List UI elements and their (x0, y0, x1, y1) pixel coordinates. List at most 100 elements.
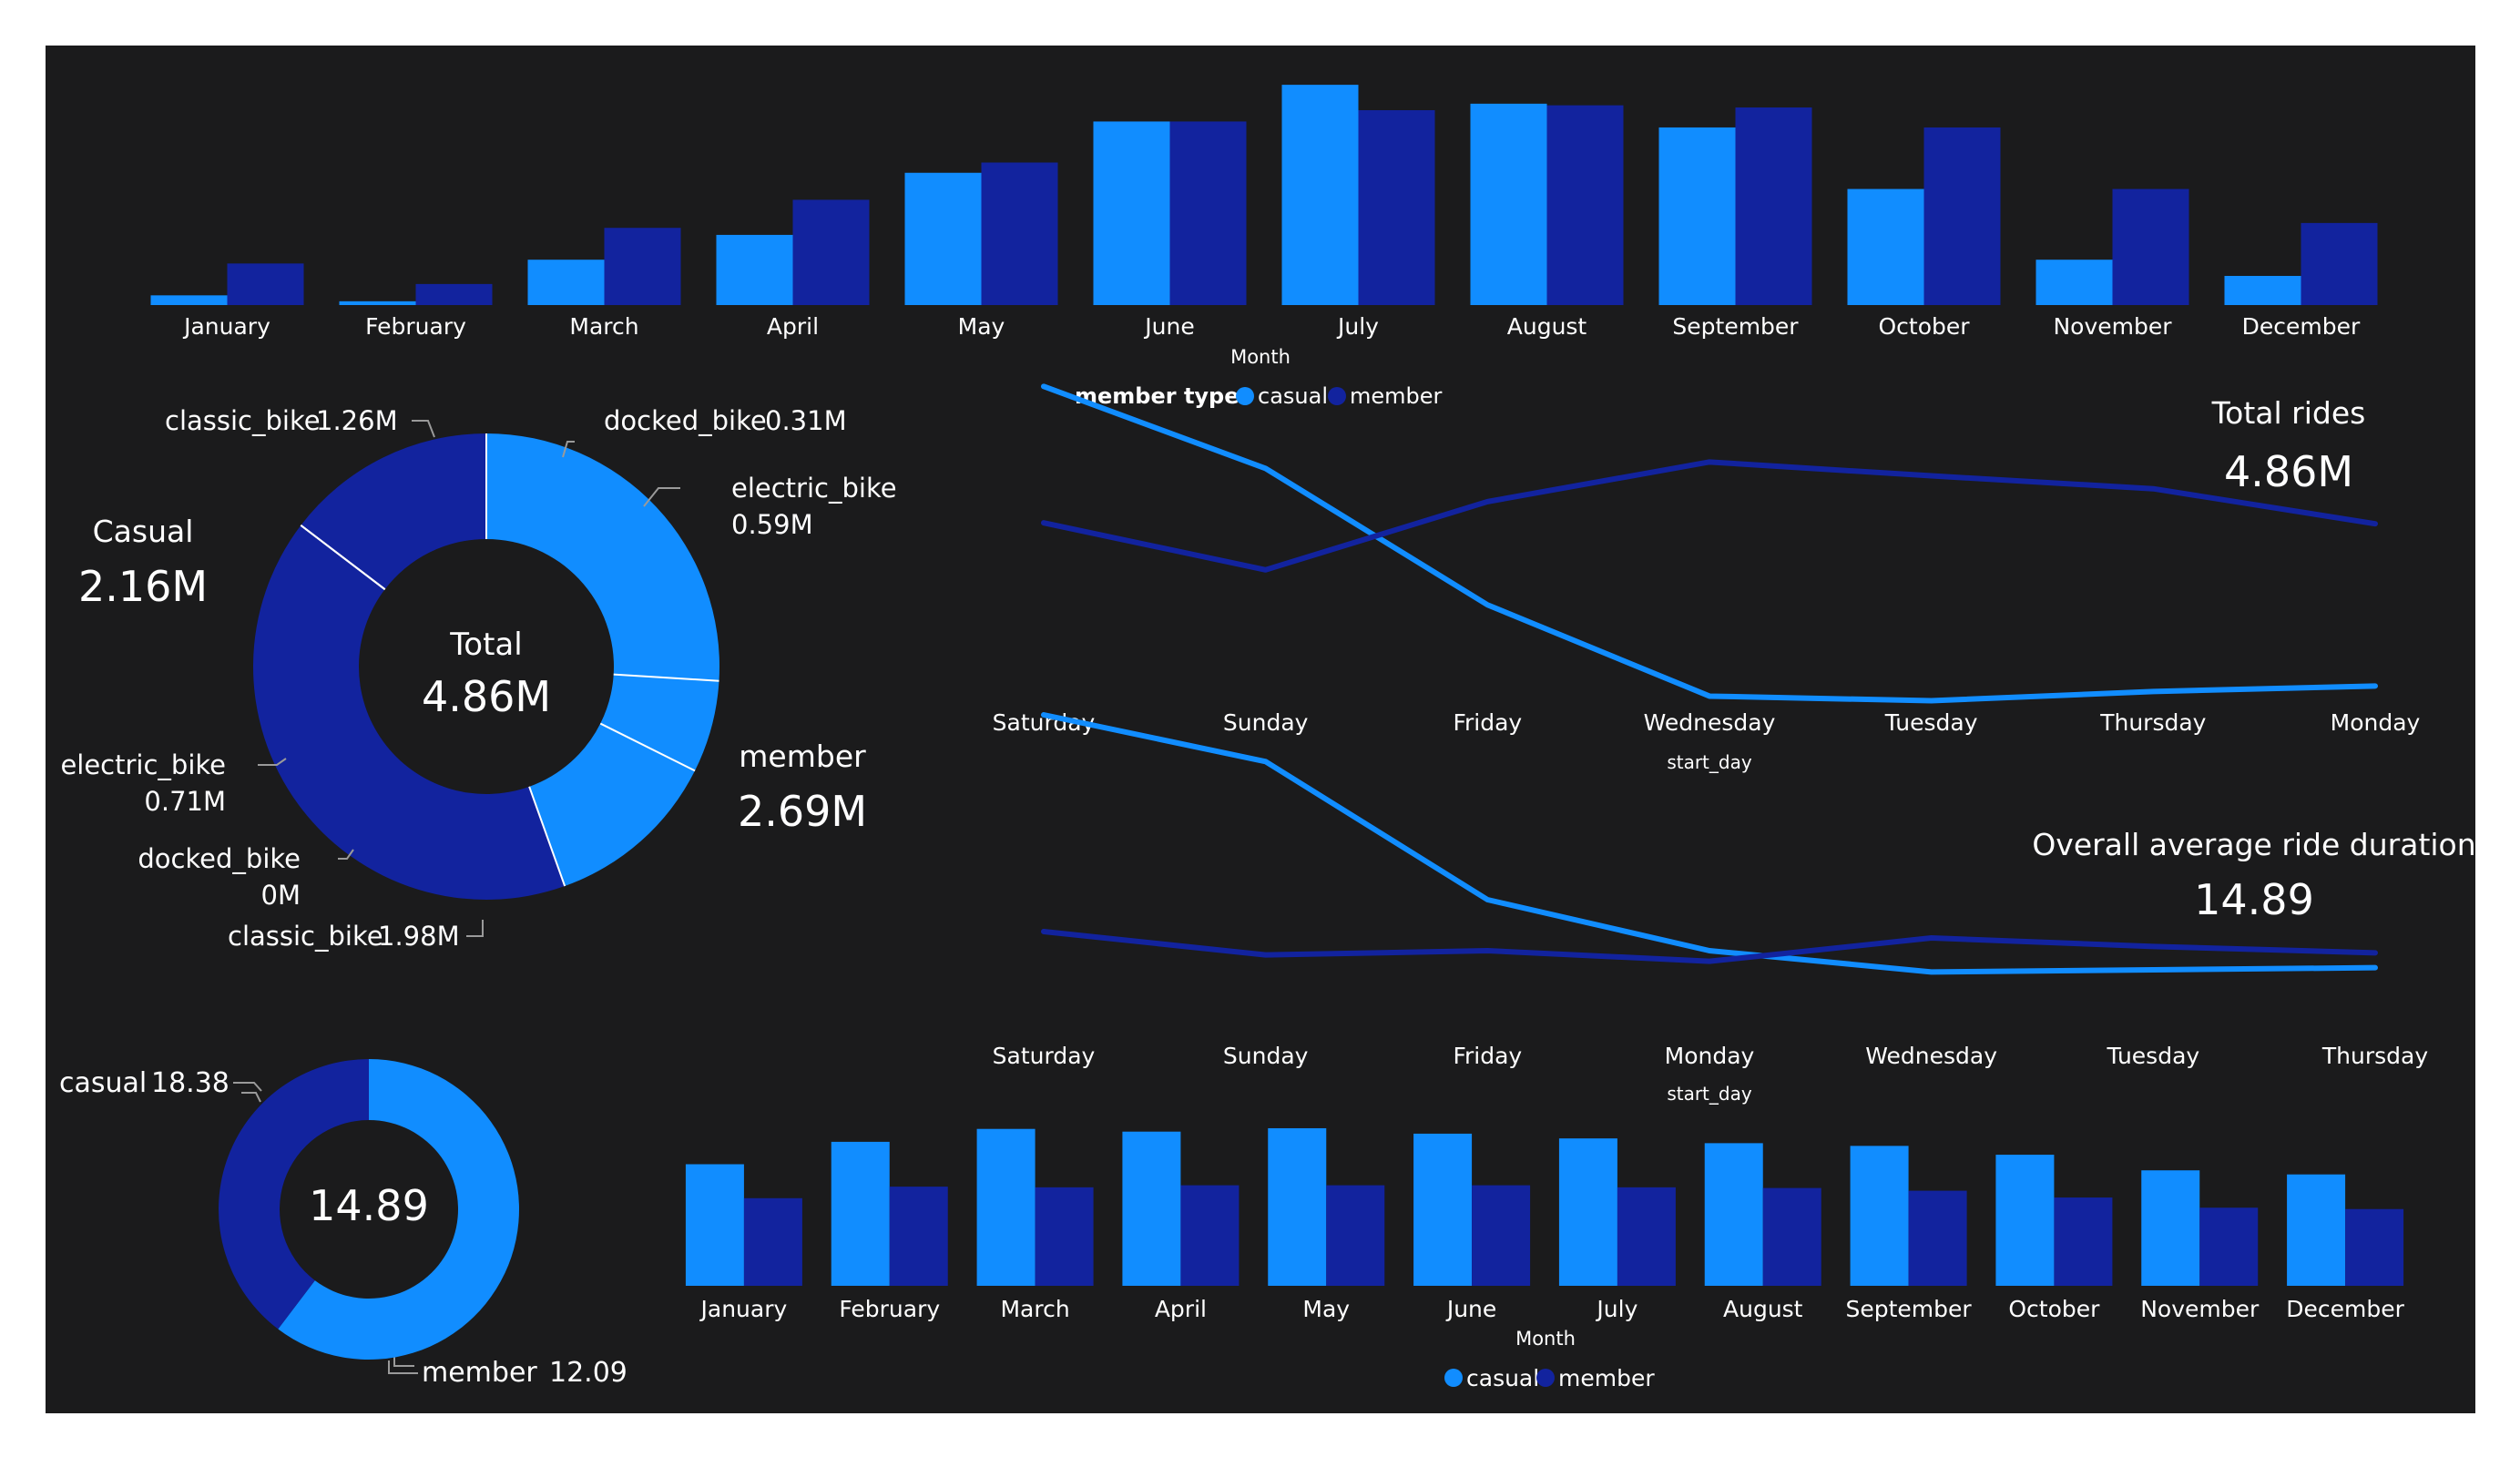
bar-casual (1847, 188, 1924, 305)
rides-by-month-chart[interactable]: January February March April May June July Augu… (150, 85, 2378, 340)
bar-casual (1122, 1131, 1181, 1286)
slice-value-member-docked: 0M (261, 880, 301, 911)
line-member (1041, 929, 2378, 964)
x-tick-label: November (2053, 313, 2172, 340)
x-tick-label: September (1845, 1296, 1972, 1322)
leader-line (233, 1082, 262, 1092)
x-tick-label: Thursday (2099, 709, 2206, 736)
duration-by-month-xlabel: Month (1515, 1328, 1576, 1350)
x-tick-label: December (2242, 313, 2361, 340)
leader-line (412, 420, 435, 438)
bar-member (2345, 1208, 2404, 1286)
bar-casual (2035, 260, 2113, 305)
dashboard-canvas: January February March April May June July Augu… (46, 46, 2475, 1413)
x-tick-label: October (1878, 313, 1970, 340)
x-tick-label: Wednesday (1865, 1043, 1997, 1069)
slice-value-casual-docked: 0.31M (765, 405, 847, 436)
bar-member (1035, 1187, 1094, 1286)
x-tick-label: October (2008, 1296, 2100, 1322)
member-group-value: 2.69M (738, 787, 867, 836)
bar-member (1617, 1187, 1676, 1286)
x-tick-label: July (1595, 1296, 1637, 1322)
bar-casual (716, 234, 793, 305)
avg-duration-value: 14.89 (2194, 875, 2314, 924)
casual-group-label: Casual (93, 514, 194, 549)
bar-casual (2141, 1170, 2200, 1286)
x-tick-label: Tuesday (2106, 1043, 2199, 1069)
leader-line (466, 920, 484, 937)
bar-casual (976, 1128, 1036, 1286)
duration-by-month-chart[interactable]: January February March April May June July Augu… (685, 1127, 2405, 1322)
slice-label-member-docked: docked_bike (138, 843, 301, 874)
x-tick-label: March (1000, 1296, 1069, 1322)
rides-by-month-xlabel: Month (1230, 346, 1291, 368)
bar-casual (1995, 1155, 2055, 1286)
casual-group-value: 2.16M (78, 562, 208, 611)
bar-casual (685, 1164, 744, 1286)
x-tick-label: January (182, 313, 270, 340)
bar-casual (831, 1141, 890, 1286)
bar-member (1169, 121, 1247, 305)
x-tick-label: September (1672, 313, 1799, 340)
top-legend: member type casual member (1075, 383, 1443, 409)
legend-casual-swatch (1444, 1369, 1463, 1387)
slice-value-casual-electric: 0.59M (731, 509, 813, 540)
slice-value-member-electric: 0.71M (144, 786, 226, 817)
bar-member (981, 162, 1058, 305)
x-tick-label: Tuesday (1884, 709, 1978, 736)
line-casual (1041, 383, 2378, 704)
slice-label-member-classic: classic_bike (228, 921, 383, 952)
bar-member (2054, 1197, 2113, 1286)
x-tick-label: August (1723, 1296, 1803, 1322)
rides-by-day-chart[interactable]: Saturday Sunday Friday Wednesday Tuesday Thur… (993, 383, 2421, 736)
bar-member (1908, 1190, 1967, 1286)
x-tick-label: Wednesday (1644, 709, 1776, 736)
bar-casual (150, 295, 228, 305)
legend-casual-label: casual (1258, 383, 1328, 409)
leader-line (241, 1092, 261, 1103)
bar-member (792, 199, 870, 305)
bar-casual (1093, 121, 1170, 305)
dashboard-svg: January February March April May June July Augu… (59, 85, 2475, 1391)
x-tick-label: Monday (1665, 1043, 1755, 1069)
legend-casual-label: casual (1466, 1365, 1539, 1391)
slice-value-member-classic: 1.98M (378, 921, 460, 952)
x-tick-label: Saturday (993, 1043, 1096, 1069)
slice-label-casual-electric: electric_bike (731, 473, 897, 504)
x-tick-label: June (1445, 1296, 1496, 1322)
bottom-legend: casual member (1444, 1365, 1655, 1391)
bar-member (1326, 1185, 1385, 1286)
rides-by-bike-type-donut[interactable] (252, 433, 719, 901)
x-tick-label: December (2286, 1296, 2404, 1322)
bar-member (1180, 1185, 1240, 1286)
bar-casual (527, 260, 605, 305)
x-tick-label: January (699, 1296, 788, 1322)
x-tick-label: August (1507, 313, 1587, 340)
bar-member (1762, 1187, 1821, 1286)
bar-casual (1658, 127, 1736, 305)
bar-member (227, 263, 304, 305)
donut-center-value: 4.86M (422, 672, 551, 721)
duration-donut-center-value: 14.89 (309, 1181, 429, 1230)
duration-casual-value: 18.38 (151, 1067, 230, 1099)
bar-member (889, 1187, 948, 1286)
bar-member (1735, 107, 1812, 305)
line-member (1041, 459, 2378, 573)
x-tick-label: February (365, 313, 466, 340)
duration-by-day-xlabel: start_day (1667, 1083, 1752, 1105)
bar-member (1546, 105, 1624, 306)
total-rides-value: 4.86M (2224, 447, 2353, 496)
bar-casual (1268, 1127, 1327, 1286)
avg-duration-label: Overall average ride duration (2032, 827, 2475, 862)
x-tick-label: July (1336, 313, 1379, 340)
duration-member-label: member (422, 1357, 537, 1389)
x-tick-label: Sunday (1223, 1043, 1309, 1069)
bar-casual (904, 172, 982, 305)
duration-member-value: 12.09 (549, 1357, 627, 1389)
x-tick-label: Thursday (2321, 1043, 2428, 1069)
slice-label-casual-classic: classic_bike (165, 405, 321, 436)
slice-label-member-electric: electric_bike (60, 749, 226, 780)
bar-casual (1281, 85, 1359, 305)
bar-member (2199, 1207, 2259, 1286)
bar-member (1358, 109, 1435, 305)
